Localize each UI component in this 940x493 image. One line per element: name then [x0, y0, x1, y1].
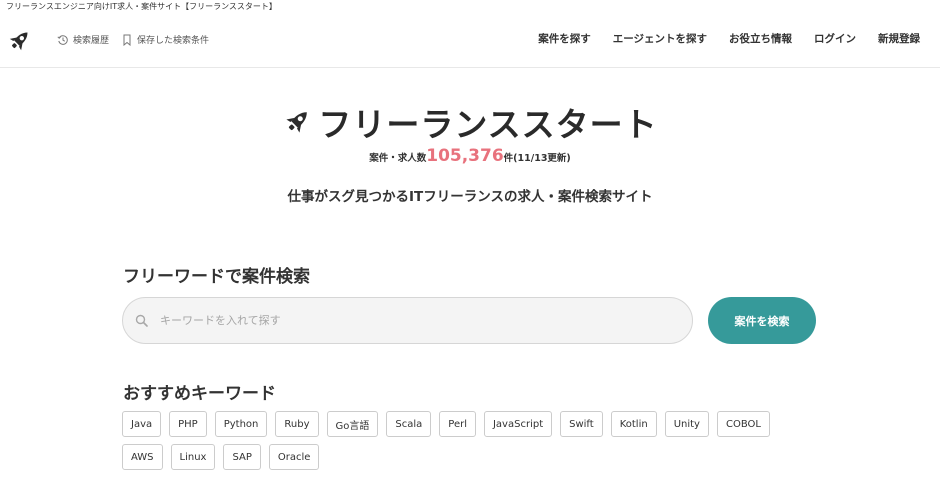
keyword-tag[interactable]: Scala [386, 411, 432, 437]
keyword-tag[interactable]: Unity [664, 411, 709, 437]
keyword-tag[interactable]: Perl [439, 411, 476, 437]
keyword-tag[interactable]: SAP [223, 444, 261, 470]
keyword-tag[interactable]: JavaScript [483, 411, 553, 437]
search-icon [135, 314, 148, 327]
keyword-tag[interactable]: PHP [169, 411, 207, 437]
keyword-tag[interactable]: Go言語 [326, 411, 379, 437]
main-nav: 案件を探す エージェントを探す お役立ち情報 ログイン 新規登録 [538, 31, 920, 46]
keyword-tag[interactable]: AWS [122, 444, 163, 470]
saved-search-label: 保存した検索条件 [137, 36, 210, 46]
nav-signup[interactable]: 新規登録 [878, 31, 920, 46]
rocket-icon [286, 112, 308, 133]
saved-search-link[interactable]: 保存した検索条件 [121, 33, 209, 46]
nav-login[interactable]: ログイン [814, 31, 856, 46]
site-header: 検索履歴 保存した検索条件 案件を探す エージェントを探す お役立ち情報 ログイ… [0, 14, 940, 68]
keyword-tag[interactable]: Ruby [275, 411, 319, 437]
rocket-logo-icon[interactable] [6, 28, 32, 54]
keyword-search-input[interactable] [160, 314, 680, 327]
job-count-value: 105,376 [426, 146, 504, 166]
keyword-tag[interactable]: Python [214, 411, 268, 437]
job-count-suffix: 件(11/13更新) [503, 153, 571, 164]
freeword-search-title: フリーワードで案件検索 [123, 267, 310, 287]
keyword-tag[interactable]: Java [122, 411, 162, 437]
keyword-tag[interactable]: Oracle [268, 444, 320, 470]
recommended-keywords-title: おすすめキーワード [123, 384, 276, 404]
keyword-tag[interactable]: Swift [560, 411, 603, 437]
site-tagline: フリーランスエンジニア向けIT求人・案件サイト【フリーランススタート】 [6, 2, 277, 11]
brand-name: フリーランススタート [318, 105, 658, 144]
nav-find-jobs[interactable]: 案件を探す [538, 31, 591, 46]
hero-subtitle: 仕事がスグ見つかるITフリーランスの求人・案件検索サイト [287, 189, 653, 205]
keyword-tag[interactable]: COBOL [716, 411, 770, 437]
bookmark-icon [123, 34, 131, 46]
keyword-row-2: AWS Linux SAP Oracle [122, 444, 320, 470]
search-history-link[interactable]: 検索履歴 [57, 33, 109, 46]
history-clock-icon [57, 34, 68, 45]
keyword-row-1: Java PHP Python Ruby Go言語 Scala Perl Jav… [122, 411, 770, 437]
search-submit-button[interactable]: 案件を検索 [708, 297, 816, 344]
job-count-prefix: 案件・求人数 [369, 153, 427, 164]
keyword-tag[interactable]: Kotlin [610, 411, 657, 437]
search-box [122, 297, 693, 344]
nav-useful-info[interactable]: お役立ち情報 [729, 31, 792, 46]
search-history-label: 検索履歴 [73, 36, 110, 46]
keyword-tag[interactable]: Linux [170, 444, 216, 470]
job-count: 案件・求人数105,376件(11/13更新) [0, 146, 940, 166]
brand-logo: フリーランススタート [0, 98, 940, 146]
nav-find-agents[interactable]: エージェントを探す [613, 31, 707, 46]
